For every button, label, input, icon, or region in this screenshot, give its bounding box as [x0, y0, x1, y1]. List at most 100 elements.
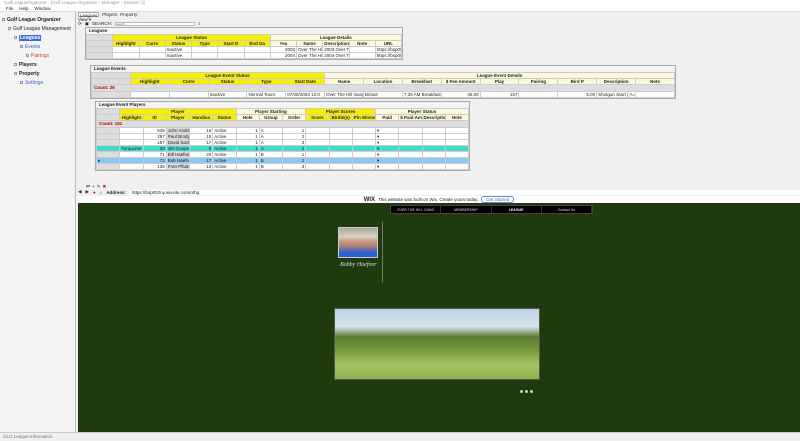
table-cell[interactable]: Turquoise [119, 145, 144, 152]
menu-help[interactable]: Help [19, 6, 28, 11]
table-cell[interactable]: Bill Haefner [165, 151, 191, 158]
table-cell[interactable]: Fran Pfluttner [165, 163, 191, 170]
table-cell[interactable]: Over The Hill Gang [295, 52, 324, 59]
table-cell[interactable]: B [258, 163, 284, 170]
table-cell[interactable]: Jim Cooper [165, 145, 191, 152]
row-selector[interactable] [85, 52, 114, 59]
column-header[interactable]: Description [421, 114, 446, 121]
column-header[interactable]: Description [322, 40, 350, 47]
forward-icon[interactable]: ▶ [85, 189, 88, 195]
menu-file[interactable]: File [6, 6, 13, 11]
slideshow-dots[interactable] [520, 390, 533, 393]
table-cell[interactable] [217, 52, 245, 59]
row-selector[interactable] [95, 163, 121, 170]
expand-icon[interactable] [8, 27, 11, 30]
table-cell[interactable]: Paul Brodyk [165, 133, 191, 140]
column-header[interactable]: $ Fee Amount [440, 78, 481, 85]
table-cell[interactable] [129, 91, 170, 98]
table-cell[interactable] [348, 52, 376, 59]
table-cell[interactable]: 2004 [269, 52, 298, 59]
tree-item-leagues[interactable]: Leagues [2, 33, 73, 42]
table-cell[interactable] [635, 91, 675, 98]
table-cell[interactable]: David Sackett [165, 139, 191, 146]
table-cell[interactable]: https://bsp002ny.wixsite.com/othg [374, 52, 403, 59]
tree-item-pairings[interactable]: Pairings [2, 51, 73, 60]
column-header[interactable]: Highlight [112, 40, 140, 47]
table-cell[interactable]: Active [212, 163, 237, 170]
table-cell[interactable] [119, 163, 144, 170]
column-header[interactable]: Birdie(s) [328, 114, 353, 121]
column-header[interactable]: Pin Winner(s) [351, 114, 377, 121]
tree-item-property[interactable]: Property [2, 69, 73, 78]
table-cell[interactable]: Bristol [363, 91, 403, 98]
expand-icon[interactable] [14, 72, 17, 75]
expand-icon[interactable] [20, 45, 23, 48]
nav-league[interactable]: LEAGUE [492, 206, 542, 213]
table-row[interactable]: 138Fran Pfluttner12Active1B3 ▾ [95, 163, 470, 170]
table-cell[interactable]: https://bsp002ny.wixsite.com/othg [374, 46, 403, 53]
table-cell[interactable]: 7:30 AM Breakfast - Parkplace [401, 91, 442, 98]
table-cell[interactable]: John Andrews [165, 127, 191, 134]
table-cell[interactable]: 2004 Over The Hill Gang Golf [322, 52, 350, 59]
column-header[interactable]: Handica [188, 114, 214, 121]
get-started-button[interactable]: Get Started [481, 196, 515, 203]
table-cell[interactable] [398, 163, 423, 170]
table-cell[interactable] [138, 52, 166, 59]
menu-window[interactable]: Window [35, 6, 51, 11]
stop-icon[interactable]: ● [93, 190, 96, 195]
tree-item-events[interactable]: Events [2, 42, 73, 51]
nav-over-the-hill-gang[interactable]: OVER THE HILL GANG [391, 206, 442, 213]
table-cell[interactable] [305, 163, 330, 170]
table-cell[interactable]: Inactive [164, 52, 193, 59]
expand-icon[interactable] [2, 18, 5, 21]
table-cell[interactable]: 07/08/2004 12:0 [285, 91, 326, 98]
table-cell[interactable]: Shotgun Start ( A=8:30 AM / B=9:00 AM ) [596, 91, 637, 98]
tab-property[interactable]: Property [120, 12, 137, 17]
table-cell[interactable]: Inactive [207, 91, 248, 98]
table-cell[interactable] [243, 52, 271, 59]
table-cell[interactable]: ▾ [374, 163, 400, 170]
address-field[interactable]: https://bsp002ny.wixsite.com/othg [129, 189, 800, 195]
expand-icon[interactable] [26, 54, 29, 57]
save-icon[interactable]: ▣ [85, 21, 89, 27]
table-cell[interactable]: Over The Hill Gang at Bristol Harbour [324, 91, 365, 98]
expand-icon[interactable] [14, 63, 17, 66]
table-row[interactable]: Inactive Normal Tourn 07/08/2004 12:0 Over … [91, 91, 675, 98]
refresh-icon[interactable]: ⟳ [78, 21, 82, 27]
table-cell[interactable] [421, 163, 446, 170]
table-cell[interactable]: 157 [479, 91, 520, 98]
table-cell[interactable]: Over The Hill Gang [295, 46, 324, 53]
table-cell[interactable] [444, 163, 470, 170]
table-cell[interactable]: 36.00 [440, 91, 481, 98]
table-cell[interactable] [190, 52, 219, 59]
table-cell[interactable]: Bob Haefner [165, 157, 191, 164]
table-cell[interactable] [518, 91, 559, 98]
table-cell[interactable]: 5.00 [557, 91, 598, 98]
table-cell[interactable] [328, 163, 353, 170]
table-cell[interactable]: 1 [235, 163, 260, 170]
expand-icon[interactable] [14, 36, 17, 39]
table-cell[interactable]: 138 [142, 163, 167, 170]
tree-item-golf-league-management[interactable]: Golf League Management [2, 24, 73, 33]
table-cell[interactable]: 12 [188, 163, 214, 170]
table-cell[interactable]: 3 [281, 163, 307, 170]
search-input[interactable] [115, 21, 196, 26]
nav-membership[interactable]: MEMBERSHIP [441, 206, 492, 213]
tree-root[interactable]: Golf League Organizer [2, 15, 73, 24]
tab-players[interactable]: Players [102, 12, 117, 17]
row-selector[interactable] [91, 91, 131, 98]
column-header[interactable]: Highlight [119, 114, 144, 121]
expand-icon[interactable] [20, 81, 23, 84]
table-cell[interactable] [112, 52, 140, 59]
table-row[interactable]: Inactive 2004Over The Hill Gang2004 Over … [85, 52, 403, 59]
tree-item-settings[interactable]: Settings [2, 78, 73, 87]
table-cell[interactable]: Normal Tourn [246, 91, 287, 98]
search-icon[interactable]: ⌕ [198, 21, 201, 26]
table-cell[interactable] [168, 91, 209, 98]
tree-item-players[interactable]: Players [2, 60, 73, 69]
table-cell[interactable]: 2003 Over The Hill Gang Golf [322, 46, 350, 53]
column-header[interactable]: $ Paid Amount [398, 114, 423, 121]
table-cell[interactable] [351, 163, 377, 170]
nav-contact[interactable]: Contact Us [542, 206, 592, 213]
back-icon[interactable]: ◀ [78, 189, 81, 195]
